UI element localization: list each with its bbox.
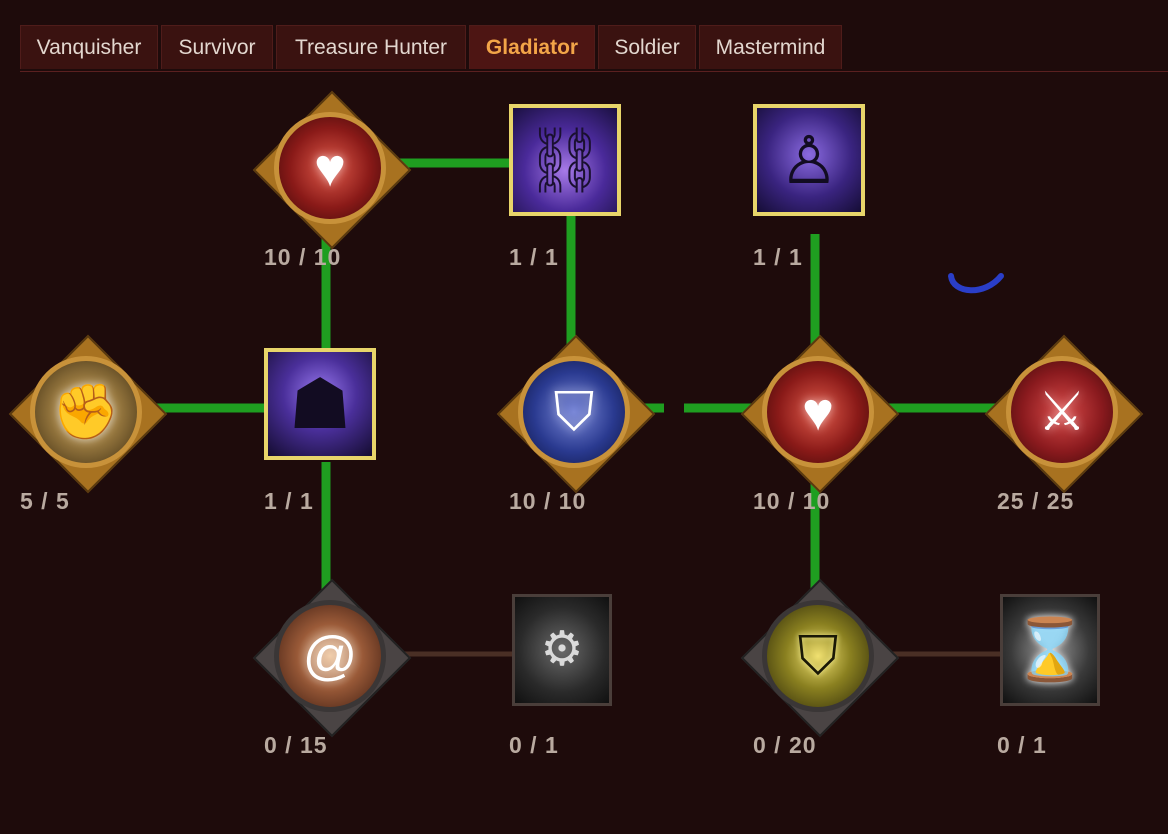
crossed-swords-icon: ⚔ (1037, 382, 1087, 442)
skill-rank: 10 / 10 (509, 488, 587, 514)
heart-gem-icon: ♥ (313, 138, 347, 198)
skill-rank: 0 / 15 (264, 732, 328, 758)
hourglass-icon: ⌛ (1012, 616, 1088, 683)
skill-node-fist[interactable]: ✊ (8, 334, 168, 494)
skill-rank: 5 / 5 (20, 488, 70, 514)
skill-node-bear-trap[interactable]: ⚙ (512, 594, 612, 706)
skill-node-crossed-swords[interactable]: ⚔ (984, 334, 1144, 494)
swirl-icon: @ (302, 626, 358, 686)
shackled-boot-icon: ⛓ (524, 124, 606, 196)
gold-shield-icon: ⛉ (797, 626, 839, 686)
skill-node-hourglass[interactable]: ⌛ (1000, 594, 1100, 706)
skill-node-spear-warrior[interactable]: ♙ (753, 104, 865, 216)
skill-node-swirl[interactable]: @ (252, 578, 412, 738)
skill-rank: 10 / 10 (264, 244, 342, 270)
bear-trap-icon: ⚙ (540, 623, 584, 676)
spear-warrior-icon: ♙ (779, 123, 839, 197)
skill-rank: 0 / 1 (509, 732, 559, 758)
skill-node-heart-top[interactable]: ♥ (252, 90, 412, 250)
shadow-figure-icon: ☗ (288, 365, 352, 443)
skill-rank: 1 / 1 (509, 244, 559, 270)
skill-node-shackled-boot[interactable]: ⛓ (509, 104, 621, 216)
heart-gem-icon: ♥ (801, 382, 835, 442)
skill-rank: 0 / 1 (997, 732, 1047, 758)
skill-node-gold-shield[interactable]: ⛉ (740, 578, 900, 738)
blue-shield-icon: ⛉ (553, 382, 595, 442)
fist-icon: ✊ (52, 382, 120, 442)
skill-rank: 1 / 1 (753, 244, 803, 270)
skill-rank: 0 / 20 (753, 732, 817, 758)
skill-node-blue-shield[interactable]: ⛉ (496, 334, 656, 494)
skill-rank: 1 / 1 (264, 488, 314, 514)
skill-rank: 10 / 10 (753, 488, 831, 514)
skill-node-shadow-figure[interactable]: ☗ (264, 348, 376, 460)
blue-scribble-mark (948, 273, 1004, 294)
skill-rank: 25 / 25 (997, 488, 1075, 514)
skill-node-heart-mid[interactable]: ♥ (740, 334, 900, 494)
